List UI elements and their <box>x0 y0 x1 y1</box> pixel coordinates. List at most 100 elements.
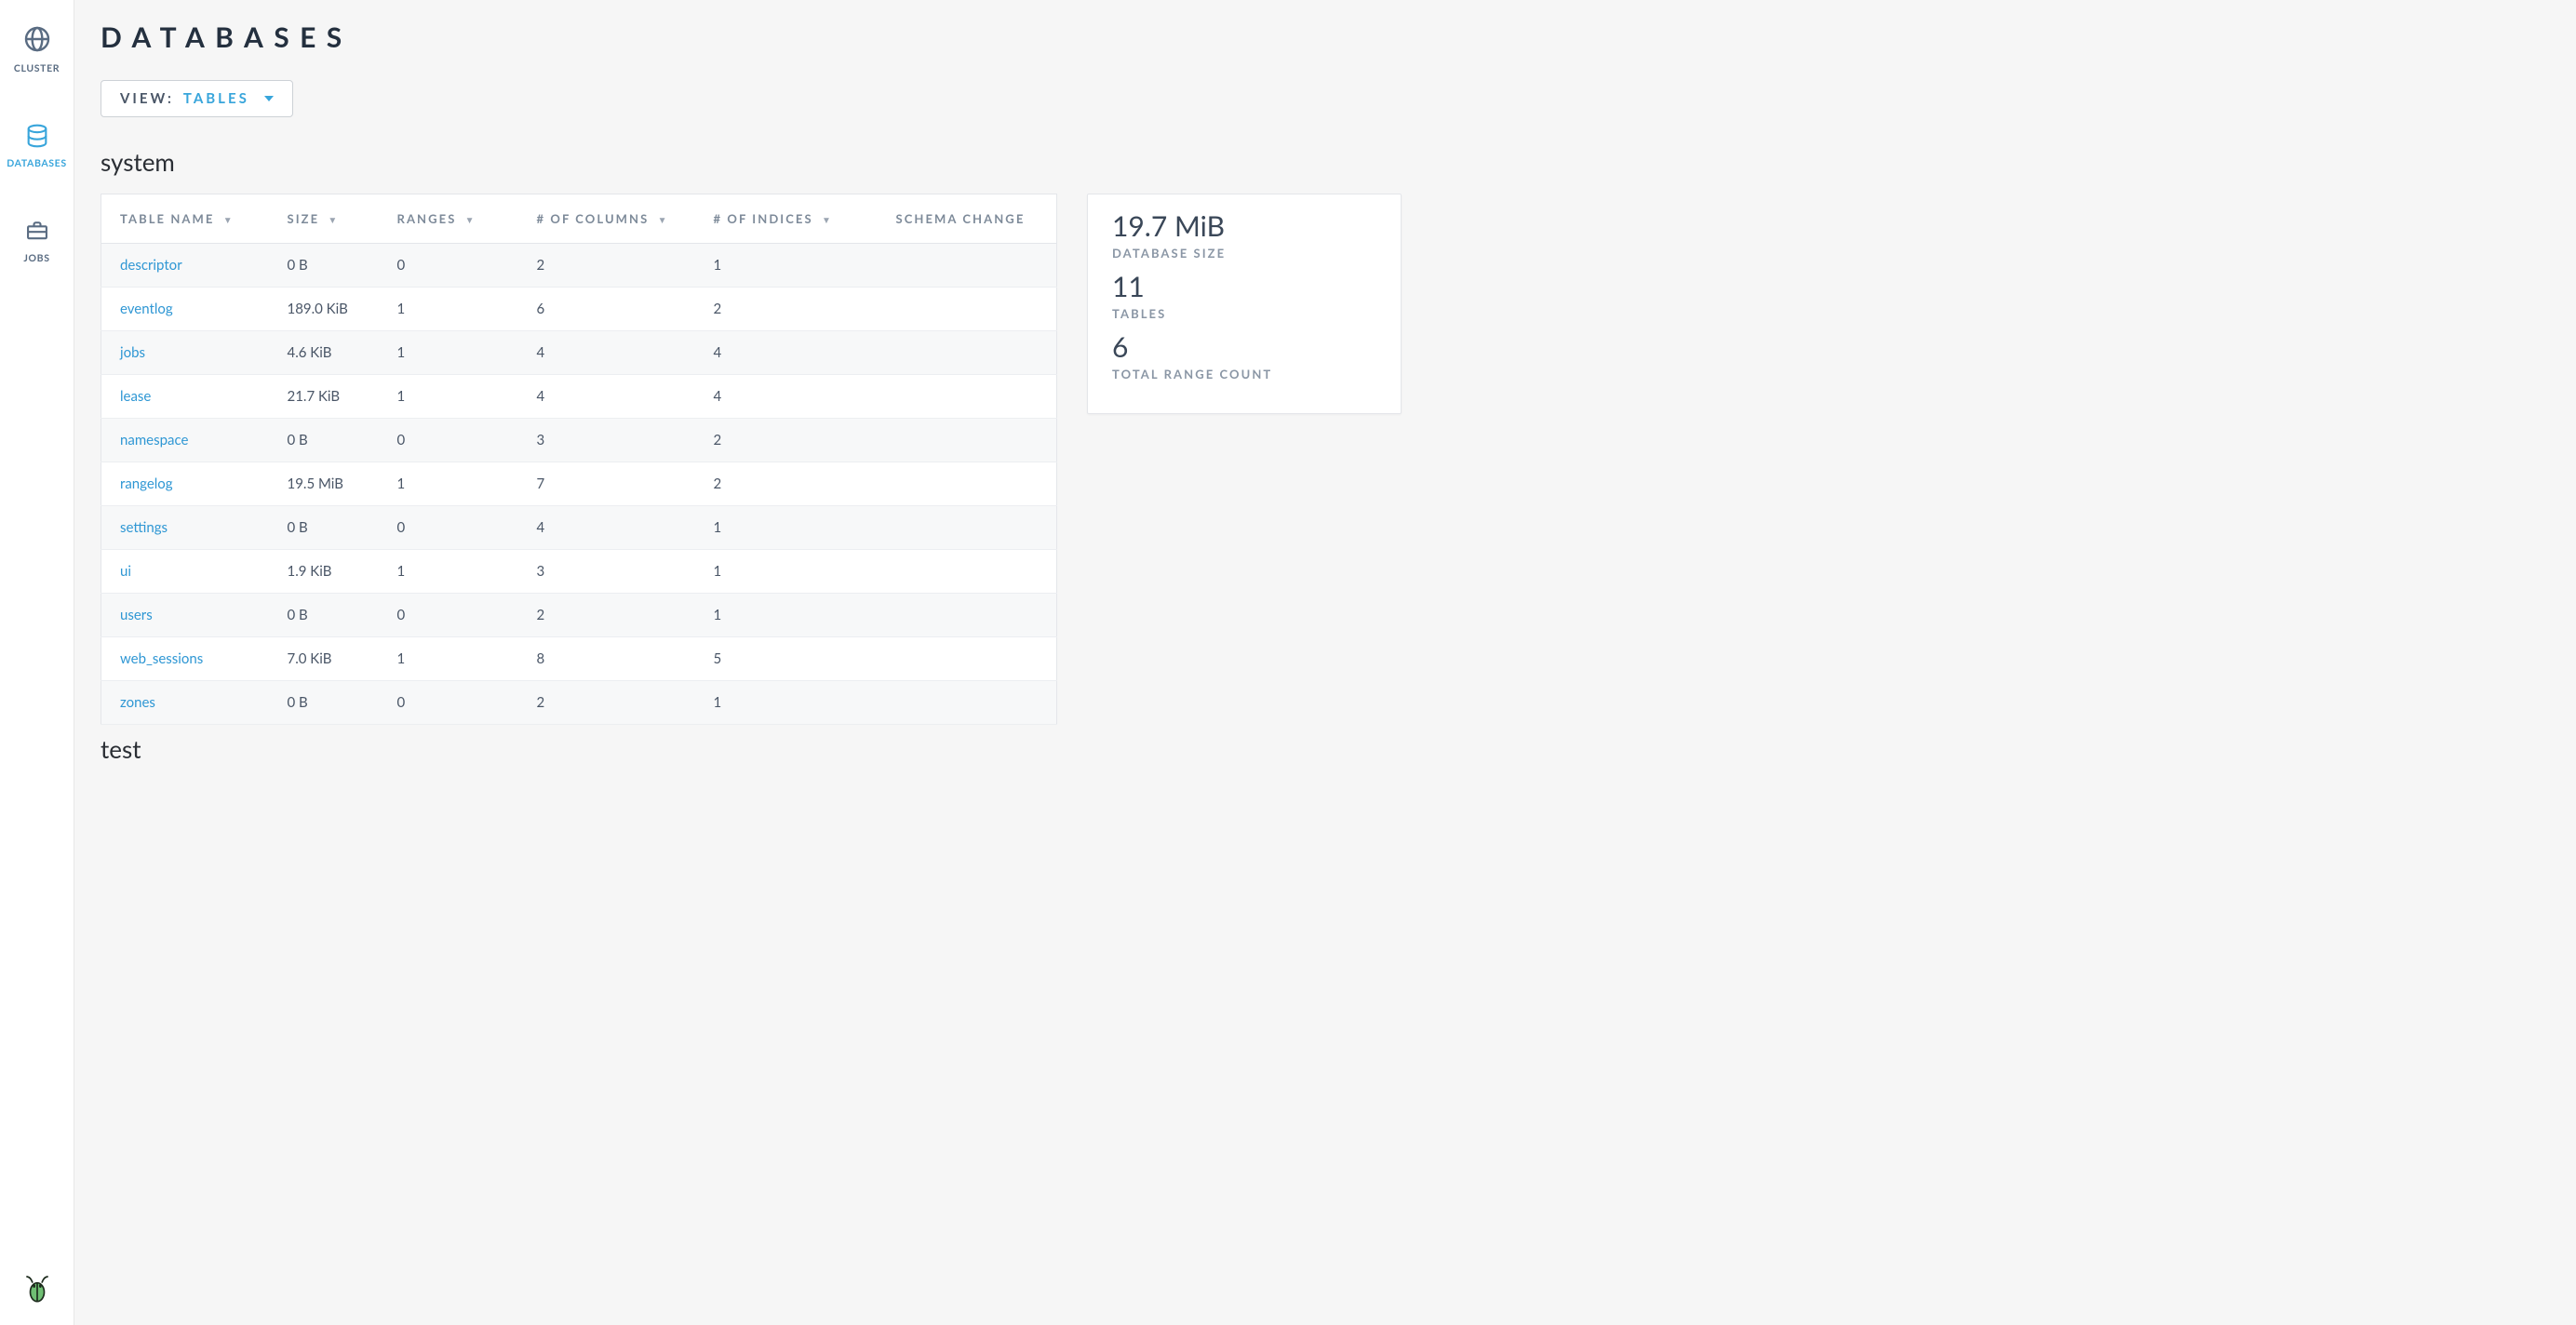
sidebar-item-cluster[interactable]: CLUSTER <box>0 17 74 84</box>
table-name-link[interactable]: settings <box>120 519 168 536</box>
table-row: descriptor 0 B 0 2 1 <box>101 244 1057 288</box>
cockroach-logo <box>19 1267 56 1308</box>
table-name-link[interactable]: web_sessions <box>120 650 203 667</box>
cell-indices: 1 <box>695 550 878 594</box>
table-row: rangelog 19.5 MiB 1 7 2 <box>101 462 1057 506</box>
sort-indicator-icon: ▼ <box>465 215 476 226</box>
cell-ranges: 1 <box>379 331 518 375</box>
cell-ranges: 1 <box>379 288 518 331</box>
table-row: users 0 B 0 2 1 <box>101 594 1057 637</box>
database-icon <box>24 136 50 153</box>
table-name-link[interactable]: users <box>120 607 153 623</box>
table-row: zones 0 B 0 2 1 <box>101 681 1057 725</box>
cell-columns: 8 <box>518 637 695 681</box>
table-name-link[interactable]: jobs <box>120 344 145 361</box>
sidebar-item-label: CLUSTER <box>0 63 74 74</box>
cell-size: 1.9 KiB <box>269 550 379 594</box>
column-header[interactable]: RANGES ▼ <box>379 194 518 244</box>
cell-columns: 2 <box>518 594 695 637</box>
table-row: web_sessions 7.0 KiB 1 8 5 <box>101 637 1057 681</box>
stat-tables-label: TABLES <box>1112 306 1376 321</box>
table-row: lease 21.7 KiB 1 4 4 <box>101 375 1057 419</box>
cell-size: 4.6 KiB <box>269 331 379 375</box>
cell-schema-change <box>878 462 1057 506</box>
cell-indices: 2 <box>695 288 878 331</box>
table-row: jobs 4.6 KiB 1 4 4 <box>101 331 1057 375</box>
cell-indices: 4 <box>695 375 878 419</box>
cell-ranges: 0 <box>379 506 518 550</box>
cell-size: 189.0 KiB <box>269 288 379 331</box>
cell-ranges: 0 <box>379 681 518 725</box>
cell-schema-change <box>878 681 1057 725</box>
sidebar-item-jobs[interactable]: JOBS <box>0 210 74 274</box>
table-name-link[interactable]: eventlog <box>120 301 173 317</box>
table-name-link[interactable]: namespace <box>120 432 188 448</box>
column-header[interactable]: # OF INDICES ▼ <box>695 194 878 244</box>
database-stats-card: 19.7 MiB DATABASE SIZE 11 TABLES 6 TOTAL… <box>1087 194 1402 414</box>
cell-schema-change <box>878 288 1057 331</box>
cell-indices: 4 <box>695 331 878 375</box>
cell-indices: 2 <box>695 419 878 462</box>
cell-schema-change <box>878 375 1057 419</box>
table-name-link[interactable]: lease <box>120 388 151 405</box>
cell-columns: 4 <box>518 506 695 550</box>
cell-size: 21.7 KiB <box>269 375 379 419</box>
cell-columns: 7 <box>518 462 695 506</box>
cell-columns: 4 <box>518 331 695 375</box>
cell-columns: 2 <box>518 244 695 288</box>
cell-schema-change <box>878 637 1057 681</box>
cell-columns: 6 <box>518 288 695 331</box>
view-selector-value: TABLES <box>183 90 249 107</box>
cell-indices: 1 <box>695 681 878 725</box>
stat-tables-value: 11 <box>1112 272 1376 302</box>
table-name-link[interactable]: ui <box>120 563 131 580</box>
table-row: settings 0 B 0 4 1 <box>101 506 1057 550</box>
column-header[interactable]: SCHEMA CHANGE <box>878 194 1057 244</box>
table-name-link[interactable]: descriptor <box>120 257 182 274</box>
cell-schema-change <box>878 419 1057 462</box>
sidebar-item-databases[interactable]: DATABASES <box>0 115 74 179</box>
sort-indicator-icon: ▼ <box>328 215 339 226</box>
table-name-link[interactable]: zones <box>120 694 155 711</box>
cell-size: 0 B <box>269 594 379 637</box>
cell-columns: 2 <box>518 681 695 725</box>
stat-database-size-label: DATABASE SIZE <box>1112 246 1376 261</box>
cell-columns: 3 <box>518 550 695 594</box>
sort-indicator-icon: ▼ <box>223 215 235 226</box>
cell-ranges: 1 <box>379 637 518 681</box>
cell-size: 19.5 MiB <box>269 462 379 506</box>
table-row: eventlog 189.0 KiB 1 6 2 <box>101 288 1057 331</box>
cell-schema-change <box>878 594 1057 637</box>
sidebar-item-label: DATABASES <box>0 158 74 169</box>
column-header[interactable]: # OF COLUMNS ▼ <box>518 194 695 244</box>
sort-indicator-icon: ▼ <box>822 215 833 226</box>
column-header[interactable]: TABLE NAME ▼ <box>101 194 269 244</box>
cell-size: 7.0 KiB <box>269 637 379 681</box>
column-header[interactable]: SIZE ▼ <box>269 194 379 244</box>
sort-indicator-icon: ▼ <box>658 215 669 226</box>
cell-columns: 3 <box>518 419 695 462</box>
view-selector[interactable]: VIEW: TABLES <box>101 80 293 117</box>
sidebar-item-label: JOBS <box>0 253 74 264</box>
stat-database-size-value: 19.7 MiB <box>1112 211 1376 242</box>
cell-size: 0 B <box>269 419 379 462</box>
sidebar: CLUSTER DATABASES JOBS <box>0 0 74 1325</box>
cell-schema-change <box>878 331 1057 375</box>
cell-ranges: 0 <box>379 244 518 288</box>
cell-ranges: 1 <box>379 550 518 594</box>
table-name-link[interactable]: rangelog <box>120 475 173 492</box>
cell-schema-change <box>878 244 1057 288</box>
cell-indices: 5 <box>695 637 878 681</box>
cell-schema-change <box>878 506 1057 550</box>
globe-icon <box>22 41 52 58</box>
cell-size: 0 B <box>269 506 379 550</box>
cell-ranges: 1 <box>379 375 518 419</box>
cell-size: 0 B <box>269 681 379 725</box>
table-row: namespace 0 B 0 3 2 <box>101 419 1057 462</box>
cell-ranges: 0 <box>379 594 518 637</box>
stat-ranges-label: TOTAL RANGE COUNT <box>1112 367 1376 381</box>
view-selector-label: VIEW: <box>120 90 174 107</box>
cell-columns: 4 <box>518 375 695 419</box>
cell-size: 0 B <box>269 244 379 288</box>
cell-indices: 1 <box>695 244 878 288</box>
